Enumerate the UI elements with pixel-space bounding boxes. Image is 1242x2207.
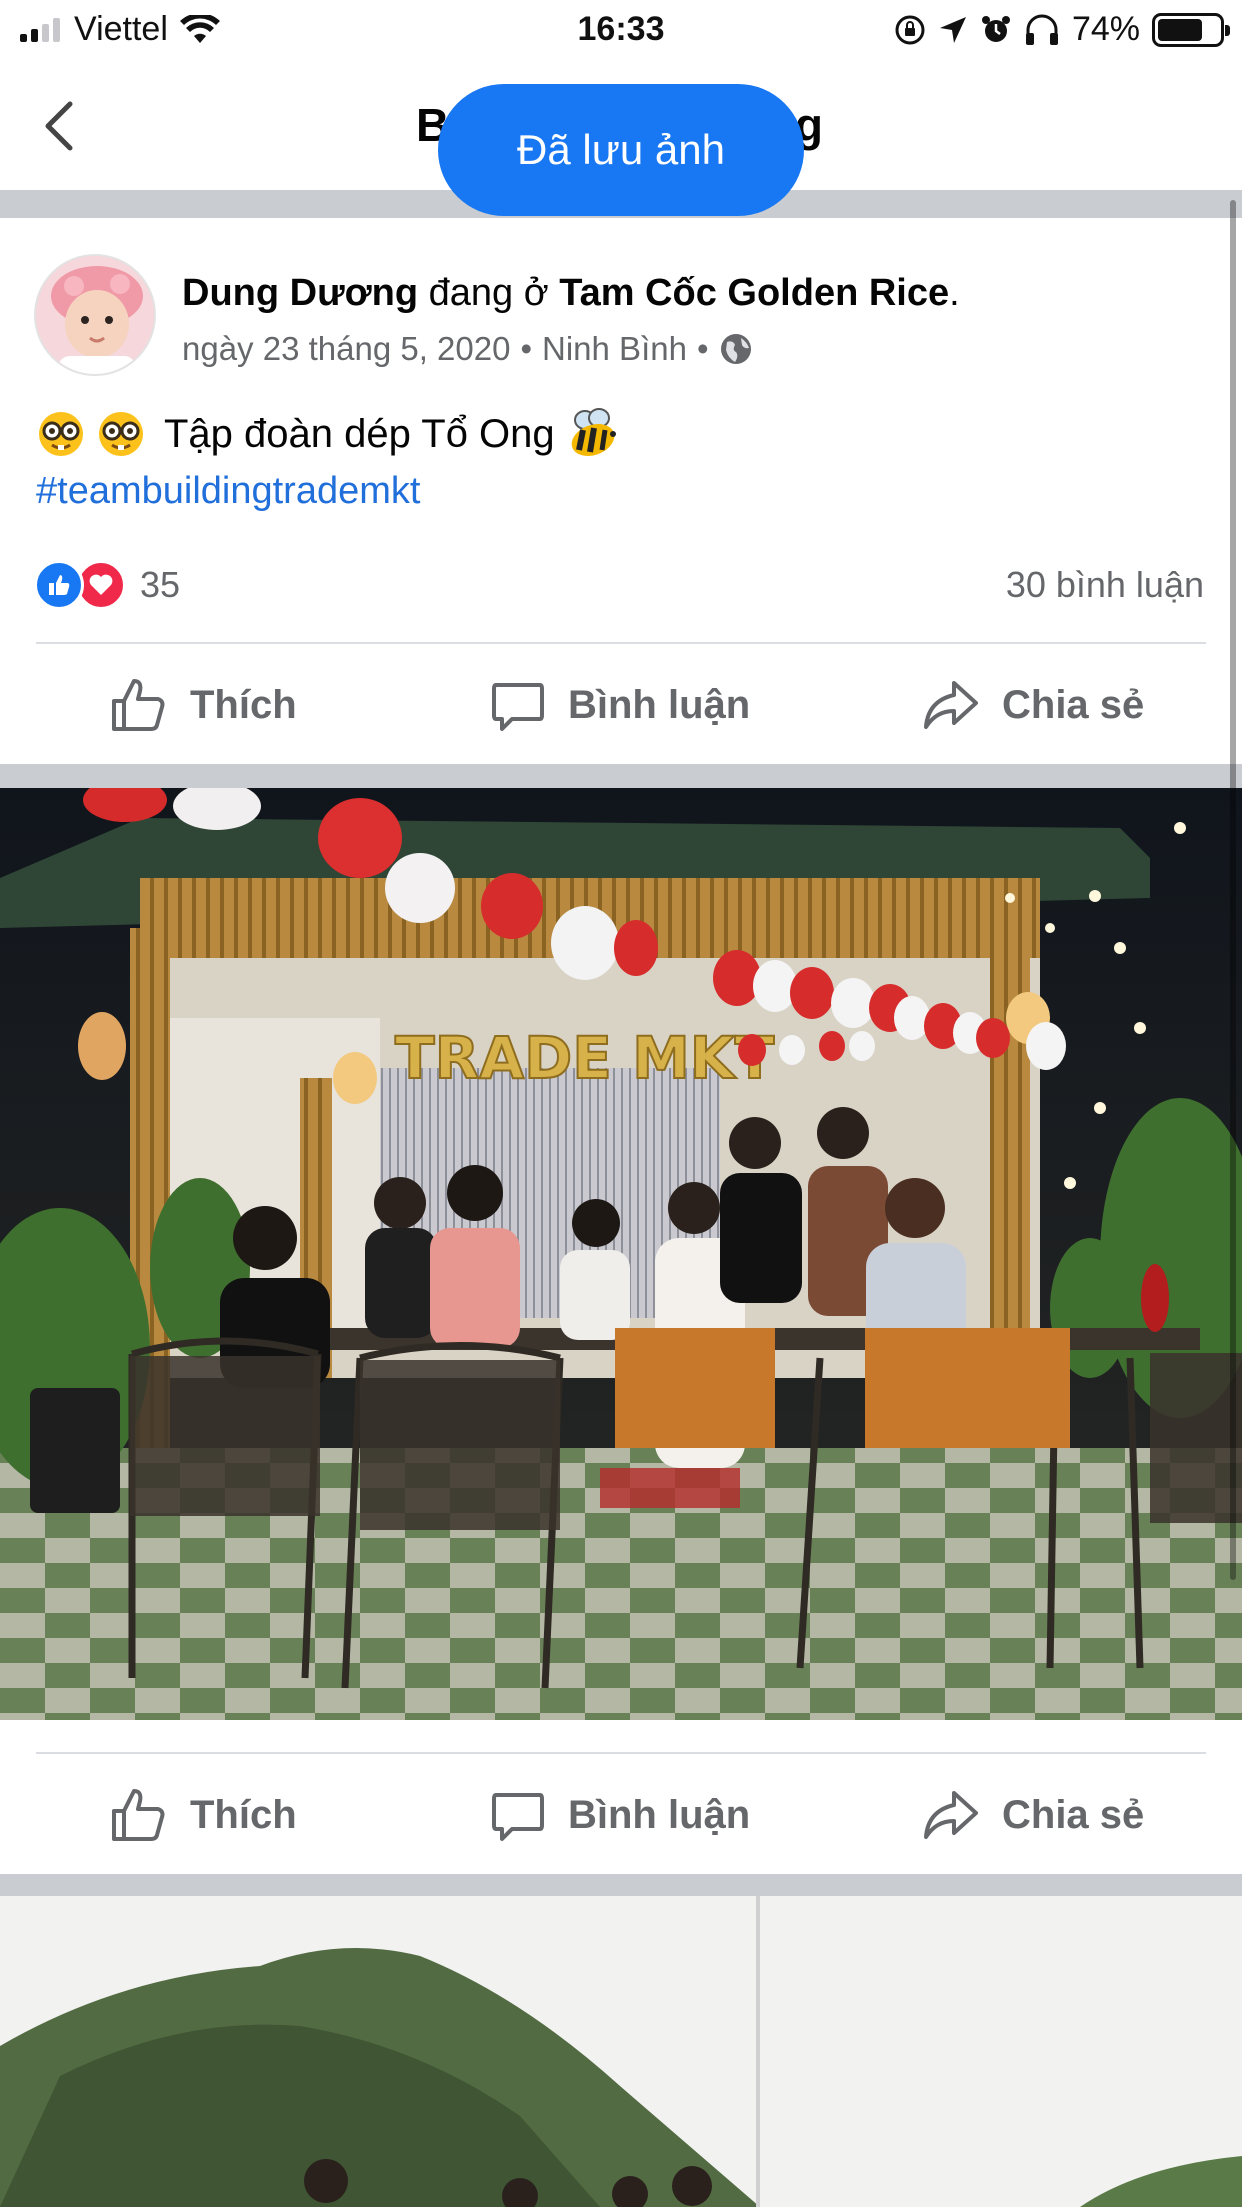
headphones-icon	[1025, 14, 1058, 45]
comment-count[interactable]: 30 bình luận	[1006, 564, 1204, 606]
share-button[interactable]: Chia sẻ	[922, 660, 1144, 750]
author-name[interactable]: Dung Dương	[182, 272, 418, 314]
saved-photo-toast: Đã lưu ảnh	[438, 84, 804, 216]
battery-percent: 74%	[1071, 10, 1140, 48]
like-button[interactable]: Thích	[110, 1770, 297, 1860]
post-meta: ngày 23 tháng 5, 2020 • Ninh Bình •	[182, 330, 753, 368]
comment-label: Bình luận	[568, 1792, 751, 1837]
alarm-icon	[981, 15, 1010, 42]
divider	[36, 642, 1206, 644]
like-label: Thích	[190, 682, 297, 727]
post-location[interactable]: Ninh Bình	[542, 330, 687, 368]
post-hashtag[interactable]: #teambuildingtrademkt	[36, 470, 420, 513]
like-label: Thích	[190, 1792, 297, 1837]
checkin-place[interactable]: Tam Cốc Golden Rice	[559, 272, 949, 314]
meta-separator: •	[520, 330, 533, 367]
share-button[interactable]: Chia sẻ	[922, 1770, 1144, 1860]
share-arrow-icon	[924, 681, 978, 729]
status-bar: Viettel 16:33 74%	[0, 0, 1242, 62]
bee-emoji-icon	[571, 408, 616, 456]
share-label: Chia sẻ	[1002, 682, 1145, 727]
reaction-count: 35	[140, 564, 181, 605]
author-avatar[interactable]	[34, 254, 156, 376]
comment-bubble-icon	[492, 1793, 544, 1841]
post-separator	[0, 1874, 1242, 1896]
post-photo[interactable]: TRADE MKT	[0, 788, 1242, 1720]
nerd-face-emoji-icon	[99, 412, 143, 456]
orientation-lock-icon	[895, 15, 925, 44]
photo-actions: Thích Bình luận Chia sẻ	[0, 1770, 1242, 1860]
like-reaction-icon	[34, 560, 84, 610]
battery-icon	[1152, 12, 1230, 47]
globe-icon	[720, 334, 751, 364]
post-date[interactable]: ngày 23 tháng 5, 2020	[182, 330, 510, 368]
photo-banner-text: TRADE MKT	[395, 1024, 775, 1092]
next-photo[interactable]	[0, 1896, 1242, 2207]
meta-separator: •	[696, 330, 709, 367]
divider	[36, 1752, 1206, 1754]
thumbs-up-icon	[112, 679, 165, 731]
location-arrow-icon	[939, 16, 966, 43]
comment-label: Bình luận	[568, 682, 751, 727]
post-text: Tập đoàn dép Tổ Ong	[36, 408, 621, 460]
comment-button[interactable]: Bình luận	[490, 1770, 750, 1860]
share-arrow-icon	[924, 1791, 978, 1839]
comment-button[interactable]: Bình luận	[490, 660, 750, 750]
scrollbar[interactable]	[1230, 200, 1236, 1580]
nerd-face-emoji-icon	[39, 412, 83, 456]
like-button[interactable]: Thích	[110, 660, 297, 750]
share-label: Chia sẻ	[1002, 1792, 1145, 1837]
chevron-left-icon	[45, 101, 73, 151]
back-button[interactable]	[40, 98, 90, 158]
post-author-line: Dung Dương đang ở Tam Cốc Golden Rice.	[182, 272, 960, 314]
thumbs-up-icon	[112, 1789, 165, 1841]
post-separator	[0, 764, 1242, 788]
post-body-text: Tập đoàn dép Tổ Ong	[164, 411, 555, 456]
reaction-summary[interactable]: 35	[34, 560, 180, 610]
comment-bubble-icon	[492, 683, 544, 731]
checkin-verb: đang ở	[428, 272, 549, 314]
post-actions: Thích Bình luận Chia sẻ	[0, 660, 1242, 750]
